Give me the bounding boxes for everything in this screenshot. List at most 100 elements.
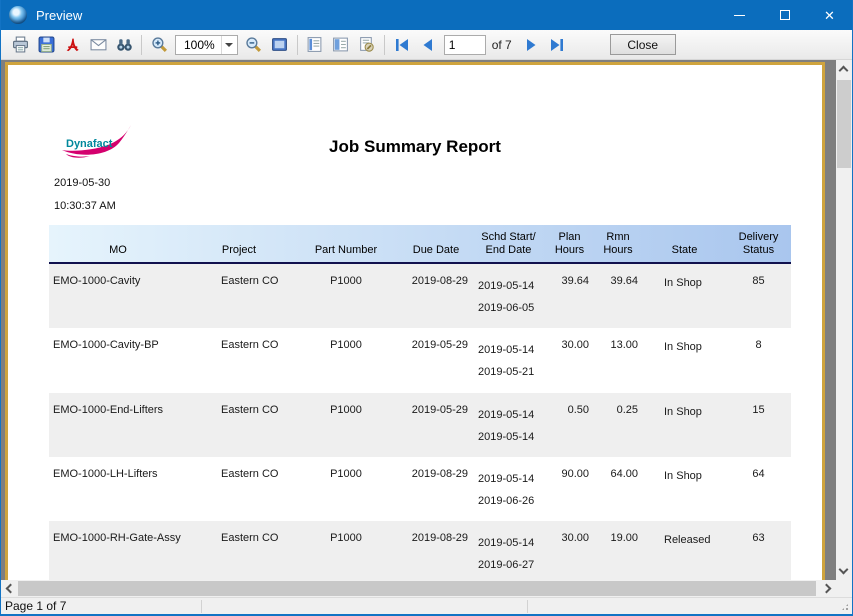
cell-delivery: 85 xyxy=(726,264,791,328)
page-status-label: Page 1 of 7 xyxy=(5,599,66,613)
page-width-button[interactable] xyxy=(268,33,292,57)
close-window-button[interactable]: ✕ xyxy=(807,0,852,30)
next-page-icon xyxy=(523,37,539,53)
cell-schd: 2019-05-142019-06-26 xyxy=(471,457,546,521)
cell-project: Eastern CO xyxy=(187,328,291,392)
column-header-delivery-status: Delivery Status xyxy=(726,225,791,262)
preview-window: Preview ✕ 100% xyxy=(0,0,853,616)
cell-project: Eastern CO xyxy=(187,521,291,585)
cell-part: P1000 xyxy=(291,393,401,457)
scrollbar-corner xyxy=(836,580,852,597)
next-page-button[interactable] xyxy=(519,33,543,57)
column-header-rmn-hours: Rmn Hours xyxy=(593,225,643,262)
page-margins-button[interactable] xyxy=(303,33,327,57)
toolbar-separator xyxy=(141,35,142,55)
cell-schd-start: 2019-05-14 xyxy=(478,404,546,426)
maximize-icon xyxy=(780,10,790,20)
cell-due: 2019-08-29 xyxy=(401,264,471,328)
report-date: 2019-05-30 xyxy=(54,177,110,189)
resize-grip-icon[interactable] xyxy=(841,603,849,611)
save-icon xyxy=(38,36,55,53)
cell-schd-start: 2019-05-14 xyxy=(478,275,546,297)
cell-state: Released xyxy=(643,521,726,585)
table-row: EMO-1000-LH-Lifters Eastern CO P1000 201… xyxy=(49,457,791,521)
page-setup-button[interactable] xyxy=(355,33,379,57)
first-page-button[interactable] xyxy=(390,33,414,57)
zoom-dropdown-button[interactable] xyxy=(221,36,237,54)
report-time: 10:30:37 AM xyxy=(54,200,116,212)
horizontal-scrollbar[interactable] xyxy=(1,580,836,597)
cell-part: P1000 xyxy=(291,457,401,521)
export-pdf-button[interactable] xyxy=(60,33,84,57)
cell-rmn: 19.00 xyxy=(593,521,643,585)
first-page-icon xyxy=(394,37,410,53)
close-preview-button[interactable]: Close xyxy=(610,34,676,55)
cell-mo: EMO-1000-RH-Gate-Assy xyxy=(49,521,187,585)
cell-part: P1000 xyxy=(291,264,401,328)
cell-rmn: 0.25 xyxy=(593,393,643,457)
email-button[interactable] xyxy=(86,33,110,57)
toolbar: 100% of 7 Cl xyxy=(1,30,852,60)
maximize-button[interactable] xyxy=(762,0,807,30)
chevron-down-icon xyxy=(225,43,233,47)
cell-delivery: 8 xyxy=(726,328,791,392)
scroll-down-icon[interactable] xyxy=(839,565,849,575)
last-page-icon xyxy=(549,37,565,53)
last-page-button[interactable] xyxy=(545,33,569,57)
table-row: EMO-1000-RH-Gate-Assy Eastern CO P1000 2… xyxy=(49,521,791,585)
previous-page-button[interactable] xyxy=(416,33,440,57)
cell-schd-start: 2019-05-14 xyxy=(478,532,546,554)
scroll-up-icon[interactable] xyxy=(839,66,849,76)
cell-schd-start: 2019-05-14 xyxy=(478,339,546,361)
cell-due: 2019-05-29 xyxy=(401,328,471,392)
column-header-schd-dates: Schd Start/ End Date xyxy=(471,225,546,262)
save-button[interactable] xyxy=(34,33,58,57)
cell-delivery: 63 xyxy=(726,521,791,585)
column-header-due-date: Due Date xyxy=(401,225,471,262)
cell-rmn: 64.00 xyxy=(593,457,643,521)
vertical-scrollbar-thumb[interactable] xyxy=(837,80,851,168)
zoom-combobox[interactable]: 100% xyxy=(175,35,238,55)
table-row: EMO-1000-Cavity Eastern CO P1000 2019-08… xyxy=(49,264,791,328)
find-icon xyxy=(116,36,133,53)
cell-schd-end: 2019-06-05 xyxy=(478,297,546,319)
thumbnails-icon xyxy=(332,36,349,53)
vertical-scrollbar[interactable] xyxy=(836,60,852,580)
cell-schd-end: 2019-06-27 xyxy=(478,554,546,576)
cell-state: In Shop xyxy=(643,457,726,521)
job-summary-table: MO Project Part Number Due Date Schd Sta… xyxy=(49,225,791,585)
cell-schd-end: 2019-05-14 xyxy=(478,426,546,448)
cell-state: In Shop xyxy=(643,328,726,392)
cell-mo: EMO-1000-LH-Lifters xyxy=(49,457,187,521)
zoom-value: 100% xyxy=(176,38,221,52)
cell-schd: 2019-05-142019-06-05 xyxy=(471,264,546,328)
zoom-in-button[interactable] xyxy=(147,33,171,57)
cell-plan: 39.64 xyxy=(546,264,593,328)
cell-state: In Shop xyxy=(643,393,726,457)
toolbar-separator xyxy=(384,35,385,55)
find-button[interactable] xyxy=(112,33,136,57)
cell-rmn: 39.64 xyxy=(593,264,643,328)
statusbar: Page 1 of 7 xyxy=(1,597,852,614)
cell-schd: 2019-05-142019-05-21 xyxy=(471,328,546,392)
page-number-input[interactable] xyxy=(444,35,486,55)
cell-due: 2019-08-29 xyxy=(401,457,471,521)
column-header-mo: MO xyxy=(49,225,187,262)
column-header-project: Project xyxy=(187,225,291,262)
zoom-out-button[interactable] xyxy=(242,33,266,57)
page-count-label: of 7 xyxy=(492,38,512,52)
page-width-icon xyxy=(271,36,288,53)
scroll-right-icon[interactable] xyxy=(822,584,832,594)
cell-mo: EMO-1000-Cavity-BP xyxy=(49,328,187,392)
previous-page-icon xyxy=(420,37,436,53)
cell-project: Eastern CO xyxy=(187,457,291,521)
thumbnails-button[interactable] xyxy=(329,33,353,57)
minimize-button[interactable] xyxy=(717,0,762,30)
cell-plan: 90.00 xyxy=(546,457,593,521)
cell-plan: 30.00 xyxy=(546,521,593,585)
scroll-left-icon[interactable] xyxy=(6,584,16,594)
email-icon xyxy=(90,36,107,53)
page-margins-icon xyxy=(306,36,323,53)
horizontal-scrollbar-thumb[interactable] xyxy=(18,581,816,596)
print-button[interactable] xyxy=(8,33,32,57)
